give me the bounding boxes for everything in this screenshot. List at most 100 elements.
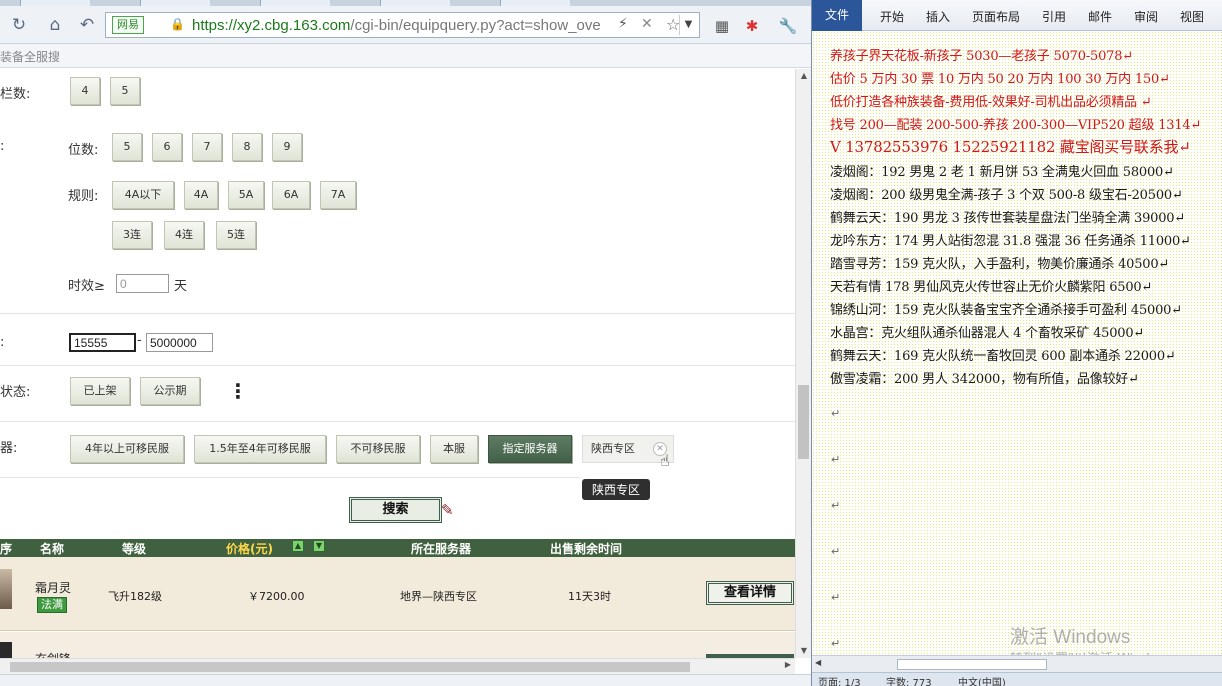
server-4yr-migrate-button[interactable]: 4年以上可移民服 [70, 435, 184, 463]
bookmark-item[interactable]: 装备全服搜 [0, 48, 60, 65]
doc-line: V 13782553976 15225921182 藏宝阁买号联系我↵ [830, 138, 1191, 156]
refresh-icon[interactable]: ↻ [8, 14, 30, 36]
wrench-icon[interactable]: 🔧 [778, 17, 798, 35]
rule-below-4a-button[interactable]: 4A以下 [112, 181, 174, 209]
col-price-header: 价格(元) [226, 542, 273, 556]
timeliness-input[interactable] [116, 274, 169, 293]
seq-4-button[interactable]: 4连 [164, 221, 204, 249]
digits-9-button[interactable]: 9 [272, 133, 302, 161]
word-count[interactable]: 字数: 773 [886, 674, 932, 686]
table-row[interactable]: 玄剑锋 [0, 632, 795, 658]
document-page[interactable]: 养孩子界天花板-新孩子 5030—老孩子 5070-5078↵ 估价 5 万内 … [812, 31, 1222, 655]
doc-line: 傲雪凌霜：200 男人 342000，物有所值，品像较好↵ [830, 372, 1139, 387]
scroll-thumb[interactable] [798, 385, 809, 459]
rule-6a-button[interactable]: 6A [272, 181, 310, 209]
price-max-input[interactable] [146, 333, 213, 352]
server-1-5yr-migrate-button[interactable]: 1.5年至4年可移民服 [194, 435, 326, 463]
status-listed-button[interactable]: 已上架 [70, 377, 130, 405]
slot-4-button[interactable]: 4 [70, 77, 100, 105]
id-section-label: : [0, 139, 5, 154]
scroll-right-icon[interactable]: ▶ [785, 660, 791, 669]
close-icon[interactable]: ✕ [641, 16, 653, 32]
divider [0, 365, 795, 366]
slot-5-button[interactable]: 5 [110, 77, 140, 105]
site-identity-badge[interactable]: 网易 [112, 16, 144, 34]
language-indicator[interactable]: 中文(中国) [958, 674, 1006, 686]
divider [0, 421, 795, 422]
doc-line: 鹤舞云天：190 男龙 3 孩传世套装星盘法门坐骑全满 39000↵ [830, 211, 1186, 226]
col-server-header: 所在服务器 [411, 542, 472, 556]
price-label: : [0, 335, 5, 350]
rule-5a-button[interactable]: 5A [228, 181, 264, 209]
home-icon[interactable]: ⌂ [44, 14, 66, 36]
timeliness-label: 时效≥ [68, 279, 105, 294]
doc-line: 凌烟阁：200 级男鬼全满-孩子 3 个双 500-8 级宝石-20500↵ [830, 188, 1183, 203]
seq-3-button[interactable]: 3连 [112, 221, 152, 249]
doc-line: 龙吟东方：174 男人站街忽混 31.8 强混 36 任务通杀 11000↵ [830, 234, 1191, 249]
browser-window: ↻ ⌂ ↶ 网易 🔒 https://xy2.cbg.163.com/cgi-b… [0, 0, 811, 686]
row-name[interactable]: 玄剑锋 [35, 650, 71, 658]
server-this-button[interactable]: 本服 [430, 435, 478, 463]
digits-5-button[interactable]: 5 [112, 133, 142, 161]
url-prefix: https://xy2.cbg.163.com [192, 17, 351, 34]
paragraph-mark: ↵ [831, 453, 841, 466]
table-row[interactable]: 霜月灵 法满 飞升182级 ￥7200.00 地界—陕西专区 11天3时 查看详… [0, 557, 795, 631]
doc-line: 水晶宫：克火组队通杀仙器混人 4 个畜牧采矿 45000↵ [830, 326, 1145, 341]
timeliness-unit: 天 [174, 279, 188, 294]
scroll-up-icon[interactable]: ▲ [796, 69, 811, 83]
search-button[interactable]: 搜索 [349, 497, 442, 523]
tab-page-layout[interactable]: 页面布局 [972, 8, 1020, 25]
tab-review[interactable]: 审阅 [1134, 8, 1158, 25]
avatar [0, 569, 12, 609]
tab-insert[interactable]: 插入 [926, 8, 950, 25]
more-vertical-icon[interactable]: ⋮ [228, 379, 248, 403]
divider [0, 477, 580, 478]
rule-4a-button[interactable]: 4A [184, 181, 218, 209]
vertical-scrollbar[interactable]: ▲ ▼ [795, 69, 811, 658]
row-level: 飞升182级 [108, 590, 162, 603]
status-public-button[interactable]: 公示期 [140, 377, 200, 405]
avatar [0, 642, 12, 658]
chevron-down-icon[interactable]: ▼ [679, 15, 697, 35]
cursor-hand-icon: ☝ [660, 451, 670, 470]
bookmark-bar: 装备全服搜 [0, 44, 811, 68]
paragraph-mark: ↵ [831, 499, 841, 512]
navigation-bar: ↻ ⌂ ↶ 网易 🔒 https://xy2.cbg.163.com/cgi-b… [0, 6, 811, 44]
tab-view[interactable]: 视图 [1180, 8, 1204, 25]
row-server: 地界—陕西专区 [400, 590, 477, 603]
row-name[interactable]: 霜月灵 [35, 579, 71, 596]
rule-label: 规则: [68, 189, 99, 204]
tab-home[interactable]: 开始 [880, 8, 904, 25]
server-no-migrate-button[interactable]: 不可移民服 [336, 435, 420, 463]
lightning-icon[interactable]: ⚡ [618, 16, 628, 32]
address-bar[interactable]: 网易 🔒 https://xy2.cbg.163.com/cgi-bin/equ… [105, 12, 700, 38]
grid-icon[interactable]: ▦ [712, 17, 732, 35]
tab-file[interactable]: 文件 [812, 0, 862, 31]
undo-icon[interactable]: ↶ [76, 14, 98, 36]
digits-7-button[interactable]: 7 [192, 133, 222, 161]
scroll-thumb[interactable] [10, 662, 690, 672]
digits-6-button[interactable]: 6 [152, 133, 182, 161]
gamepad-icon[interactable]: ✱ [742, 17, 762, 35]
rule-7a-button[interactable]: 7A [320, 181, 356, 209]
results-table-header: 序 名称 等级 价格(元) ▲ ▼ 所在服务器 出售剩余时间 [0, 539, 795, 557]
horizontal-scrollbar[interactable]: ▶ [0, 658, 795, 674]
scroll-down-icon[interactable]: ▼ [796, 644, 811, 658]
sort-asc-icon[interactable]: ▲ [292, 540, 304, 552]
view-details-button[interactable]: 查看详情 [706, 581, 794, 605]
seq-5-button[interactable]: 5连 [216, 221, 256, 249]
page-indicator[interactable]: 页面: 1/3 [818, 674, 861, 686]
tab-mailings[interactable]: 邮件 [1088, 8, 1112, 25]
price-min-input[interactable] [69, 333, 136, 352]
document-horizontal-scrollbar[interactable]: ◀ [812, 655, 1222, 672]
col-level-header: 等级 [122, 542, 147, 556]
status-badge: 法满 [37, 597, 67, 613]
server-specified-button[interactable]: 指定服务器 [488, 435, 572, 463]
url-text[interactable]: https://xy2.cbg.163.com/cgi-bin/equipque… [192, 17, 601, 34]
tab-references[interactable]: 引用 [1042, 8, 1066, 25]
digits-8-button[interactable]: 8 [232, 133, 262, 161]
doc-line: 鹤舞云天：169 克火队统一畜牧回灵 600 副本通杀 22000↵ [830, 349, 1176, 364]
scroll-thumb[interactable] [897, 659, 1047, 670]
sort-desc-icon[interactable]: ▼ [313, 540, 325, 552]
scroll-left-icon[interactable]: ◀ [815, 658, 821, 667]
